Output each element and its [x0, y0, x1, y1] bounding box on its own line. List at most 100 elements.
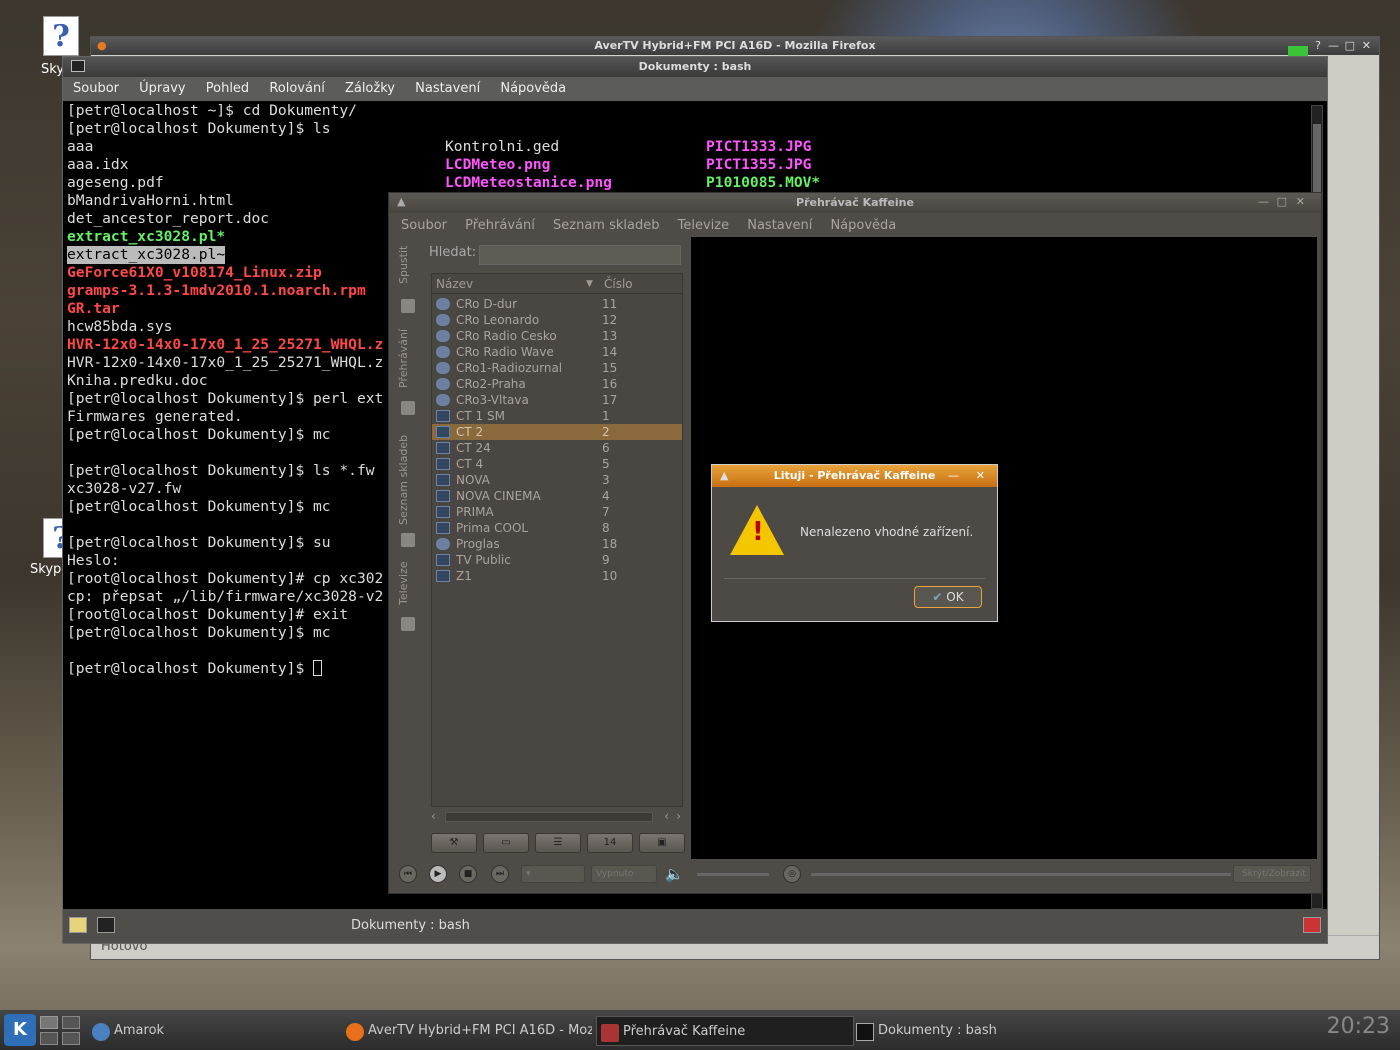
- menu-prehravani[interactable]: Přehrávání: [465, 218, 535, 233]
- search-input[interactable]: [479, 245, 681, 265]
- maximize-icon[interactable]: □: [1277, 195, 1287, 209]
- horizontal-scrollbar[interactable]: ‹ ‹ ›: [431, 809, 683, 825]
- sort-chevron-icon[interactable]: ▼: [586, 274, 593, 294]
- playlist-icon[interactable]: [401, 533, 415, 547]
- tab-spustit[interactable]: Spustit: [397, 243, 419, 287]
- terminal-line: gramps-3.1.3-1mdv2010.1.noarch.rpm: [67, 282, 366, 299]
- menu-nastaveni[interactable]: Nastavení: [747, 218, 812, 233]
- calendar-icon[interactable]: 14: [587, 833, 633, 853]
- close-icon[interactable]: ✕: [976, 469, 985, 483]
- channel-number: 18: [602, 537, 618, 551]
- channel-name: Proglas: [456, 537, 500, 551]
- channel-row[interactable]: CT 4 5: [432, 456, 682, 472]
- task-konsole[interactable]: Dokumenty : bash: [852, 1016, 1092, 1046]
- scroll-left-icon-2[interactable]: ‹: [664, 809, 669, 823]
- configure-icon[interactable]: ⚒: [431, 833, 477, 853]
- konsole-titlebar[interactable]: Dokumenty : bash: [63, 57, 1327, 77]
- firefox-titlebar[interactable]: AverTV Hybrid+FM PCI A16D - Mozilla Fire…: [91, 37, 1379, 55]
- task-amarok[interactable]: Amarok: [88, 1016, 328, 1046]
- channel-row[interactable]: CRo1-Radiozurnal 15: [432, 360, 682, 376]
- menu-rolovani[interactable]: Rolování: [269, 81, 324, 96]
- channel-row[interactable]: CT 2 2: [432, 424, 682, 440]
- channel-name: TV Public: [456, 553, 511, 567]
- volume-slider[interactable]: [697, 873, 769, 876]
- channel-row[interactable]: CRo2-Praha 16: [432, 376, 682, 392]
- channel-number: 8: [602, 521, 610, 535]
- new-tab-icon[interactable]: [69, 917, 87, 933]
- channel-row[interactable]: CRo3-Vltava 17: [432, 392, 682, 408]
- scroll-track[interactable]: [445, 812, 653, 822]
- scroll-right-icon[interactable]: ›: [676, 809, 681, 823]
- minimize-icon[interactable]: —: [948, 469, 959, 483]
- minimize-icon[interactable]: —: [1258, 195, 1269, 209]
- ok-button[interactable]: ✔ OK: [914, 586, 982, 608]
- audio-stream-combo[interactable]: ▾: [521, 865, 585, 883]
- position-slider[interactable]: [811, 873, 1231, 876]
- volume-icon[interactable]: 🔈: [665, 865, 684, 883]
- channel-list[interactable]: Název ▼ Číslo CRo D-dur 11 CRo Leonardo 12 C…: [431, 273, 683, 807]
- channel-name: CT 2: [456, 425, 484, 439]
- menu-pohled[interactable]: Pohled: [206, 81, 249, 96]
- clock[interactable]: 20:23: [1327, 1014, 1390, 1039]
- player-icon[interactable]: [401, 401, 415, 415]
- list-icon[interactable]: ☰: [535, 833, 581, 853]
- terminal-tab-icon[interactable]: [97, 917, 115, 933]
- next-icon[interactable]: ⏭: [491, 865, 509, 883]
- menu-seznam-skladeb[interactable]: Seznam skladeb: [553, 218, 659, 233]
- menu-napoveda[interactable]: Nápověda: [500, 81, 566, 96]
- kde-menu-icon[interactable]: K: [4, 1014, 36, 1046]
- subtitle-combo[interactable]: Vypnuto: [591, 865, 657, 883]
- pager-icon[interactable]: [40, 1016, 80, 1046]
- channel-row[interactable]: TV Public 9: [432, 552, 682, 568]
- channel-row[interactable]: Proglas 18: [432, 536, 682, 552]
- stop-icon[interactable]: ■: [459, 865, 477, 883]
- minimize-icon[interactable]: —: [1328, 39, 1339, 53]
- channel-row[interactable]: Prima COOL 8: [432, 520, 682, 536]
- play-icon[interactable]: ▶: [429, 865, 447, 883]
- close-icon[interactable]: ✕: [1362, 39, 1371, 53]
- channel-row[interactable]: CT 1 SM 1: [432, 408, 682, 424]
- monitor-icon[interactable]: ▭: [483, 833, 529, 853]
- tab-prehravani[interactable]: Přehrávání: [397, 323, 419, 393]
- menu-nastaveni[interactable]: Nastavení: [415, 81, 480, 96]
- task-firefox[interactable]: AverTV Hybrid+FM PCI A16D - Mozilla Fire…: [342, 1016, 592, 1046]
- channel-name: CT 24: [456, 441, 491, 455]
- kaffeine-titlebar[interactable]: Přehrávač Kaffeine: [389, 193, 1321, 213]
- tab-televize[interactable]: Televize: [397, 557, 419, 609]
- menu-soubor[interactable]: Soubor: [401, 218, 447, 233]
- hide-show-button[interactable]: Skrýt/Zobrazit: [1233, 865, 1311, 883]
- start-icon[interactable]: [401, 299, 415, 313]
- radio-channel-icon: [436, 298, 450, 310]
- channel-row[interactable]: CRo Radio Wave 14: [432, 344, 682, 360]
- channel-row[interactable]: CRo Radio Cesko 13: [432, 328, 682, 344]
- previous-icon[interactable]: ⏮: [399, 865, 417, 883]
- close-icon[interactable]: ✕: [1296, 195, 1305, 209]
- save-icon[interactable]: ▣: [639, 833, 685, 853]
- menu-napoveda[interactable]: Nápověda: [830, 218, 896, 233]
- channel-row[interactable]: CRo Leonardo 12: [432, 312, 682, 328]
- channel-row[interactable]: PRIMA 7: [432, 504, 682, 520]
- desktop-icon-skype[interactable]: ?: [43, 16, 79, 56]
- scroll-left-icon[interactable]: ‹: [431, 809, 436, 823]
- column-name[interactable]: Název: [436, 274, 473, 294]
- column-number[interactable]: Číslo: [604, 274, 633, 294]
- channel-row[interactable]: NOVA 3: [432, 472, 682, 488]
- task-kaffeine[interactable]: Přehrávač Kaffeine: [596, 1016, 854, 1046]
- maximize-icon[interactable]: □: [1345, 39, 1355, 53]
- menu-soubor[interactable]: Soubor: [73, 81, 119, 96]
- menu-televize[interactable]: Televize: [678, 218, 729, 233]
- tv-icon[interactable]: [401, 617, 415, 631]
- channel-row[interactable]: Z1 10: [432, 568, 682, 584]
- channel-number: 16: [602, 377, 618, 391]
- channel-number: 3: [602, 473, 610, 487]
- radio-channel-icon: [436, 314, 450, 326]
- channel-row[interactable]: CRo D-dur 11: [432, 296, 682, 312]
- tab-seznam-skladeb[interactable]: Seznam skladeb: [397, 425, 419, 535]
- tab-label[interactable]: Dokumenty : bash: [351, 918, 470, 933]
- close-tab-icon[interactable]: [1303, 917, 1321, 933]
- channel-row[interactable]: CT 24 6: [432, 440, 682, 456]
- menu-upravy[interactable]: Úpravy: [139, 81, 185, 96]
- channel-row[interactable]: NOVA CINEMA 4: [432, 488, 682, 504]
- seek-icon[interactable]: ◎: [783, 865, 801, 883]
- menu-zalozky[interactable]: Záložky: [345, 81, 395, 96]
